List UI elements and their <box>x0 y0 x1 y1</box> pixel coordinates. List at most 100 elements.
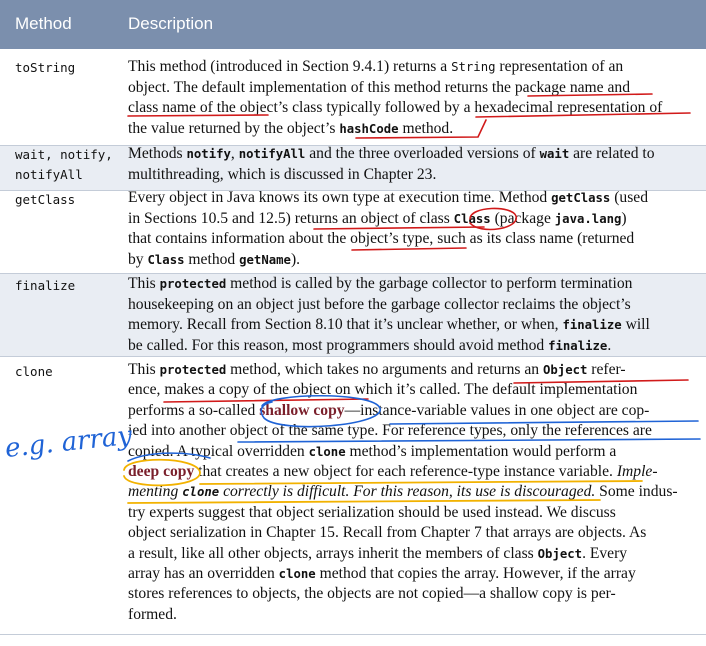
text-run: be called. For this reason, most program… <box>128 336 549 354</box>
code-term: protected <box>159 277 227 291</box>
text-run: method. <box>398 119 454 137</box>
description-wait-notify: Methods notify, notifyAll and the three … <box>128 144 692 185</box>
description-line: housekeeping on an object just before th… <box>128 295 692 316</box>
description-line: a result, like all other objects, arrays… <box>128 544 692 564</box>
text-run: Every object in Java knows its own type … <box>128 189 552 206</box>
code-term: clone <box>308 444 346 459</box>
text-run: ). <box>290 250 301 268</box>
description-line: stores references to objects, the object… <box>128 584 692 604</box>
description-line: Every object in Java knows its own type … <box>128 188 692 209</box>
text-run: are related to <box>569 145 655 162</box>
text-run: performs a so-called <box>128 401 260 419</box>
description-line: class name of the object’s class typical… <box>128 98 692 119</box>
row-divider <box>0 356 706 357</box>
text-run: This method (introduced in Section 9.4.1… <box>128 58 452 75</box>
method-table-page: Method Description toString This method … <box>0 0 706 646</box>
handwritten-note-eg-array: e.g. array <box>4 421 134 464</box>
description-line: by Class method getName). <box>128 250 692 271</box>
method-name-finalize: finalize <box>15 278 76 293</box>
text-run: array has an overridden <box>128 564 279 582</box>
row-divider <box>0 634 706 635</box>
code-term: finalize <box>548 338 608 353</box>
description-line: that contains information about the obje… <box>128 229 692 250</box>
code-term: getClass <box>551 191 611 205</box>
method-column-header: Method <box>15 14 72 33</box>
text-run: representation of an <box>495 58 624 75</box>
text-run: try experts suggest that object serializ… <box>128 503 616 521</box>
description-line: multithreading, which is discussed in Ch… <box>128 165 692 186</box>
emphasis-text: Imple- <box>616 462 658 480</box>
code-term: Object <box>537 546 583 561</box>
text-run: and the three overloaded versions of <box>305 145 540 162</box>
code-term: Class <box>147 252 185 267</box>
text-run: in Sections 10.5 and 12.5) returns an ob… <box>128 209 454 227</box>
text-run: copied. A typical overridden <box>128 442 309 460</box>
description-line: object serialization in Chapter 15. Reca… <box>128 523 692 543</box>
description-line: deep copy that creates a new object for … <box>128 462 692 482</box>
table-header: Method Description <box>0 0 706 49</box>
text-run: ence, makes a copy of the object on whic… <box>128 381 638 399</box>
text-run: stores references to objects, the object… <box>128 585 616 603</box>
description-line: ence, makes a copy of the object on whic… <box>128 380 692 400</box>
text-run: multithreading, which is discussed in Ch… <box>128 165 437 183</box>
description-line: Methods notify, notifyAll and the three … <box>128 144 692 165</box>
code-term: String <box>451 60 496 74</box>
code-term: notifyAll <box>238 147 306 161</box>
description-line: the value returned by the object’s hashC… <box>128 119 692 140</box>
key-term: shallow copy <box>259 401 345 419</box>
text-run: that contains information about the obje… <box>128 230 635 247</box>
text-run: method, which takes no arguments and ret… <box>226 361 543 378</box>
description-line: be called. For this reason, most program… <box>128 336 692 357</box>
description-line: formed. <box>128 605 692 625</box>
text-run: . <box>607 336 612 354</box>
text-run: by <box>128 250 148 268</box>
description-line: performs a so-called shallow copy—instan… <box>128 401 692 421</box>
code-term: notify <box>186 147 231 161</box>
text-run: a result, like all other objects, arrays… <box>128 544 538 562</box>
text-run: memory. Recall from Section 8.10 that it… <box>128 316 563 333</box>
code-term: java.lang <box>554 211 622 226</box>
description-clone: This protected method, which takes no ar… <box>128 360 692 625</box>
description-line: in Sections 10.5 and 12.5) returns an ob… <box>128 209 692 230</box>
description-line: memory. Recall from Section 8.10 that it… <box>128 315 692 336</box>
method-name-getclass: getClass <box>15 192 76 207</box>
text-run: (used <box>610 189 649 206</box>
description-finalize: This protected method is called by the g… <box>128 274 692 356</box>
description-getclass: Every object in Java knows its own type … <box>128 188 692 270</box>
description-line: This method (introduced in Section 9.4.1… <box>128 57 692 78</box>
code-term: clone <box>182 485 220 500</box>
text-run: refer- <box>587 361 626 378</box>
text-run: object. The default implementation of th… <box>128 78 631 96</box>
text-run: will <box>621 316 650 333</box>
text-run: This <box>128 361 160 378</box>
method-name-tostring: toString <box>15 60 76 75</box>
text-run: class name of the object’s class typical… <box>128 99 663 116</box>
text-run: the value returned by the object’s <box>128 119 340 137</box>
text-run: (package <box>490 209 555 227</box>
description-line: This protected method, which takes no ar… <box>128 360 692 380</box>
code-term: Class <box>453 211 491 226</box>
text-run: that creates a new object for each refer… <box>194 462 617 480</box>
code-term: getName <box>239 252 291 267</box>
emphasis-text: correctly is difficult. For this reason,… <box>219 483 596 501</box>
description-line: array has an overridden clone method tha… <box>128 564 692 584</box>
code-term: hashCode <box>339 121 399 136</box>
code-term: clone <box>278 566 316 581</box>
description-line: copied. A typical overridden clone metho… <box>128 442 692 462</box>
description-column-header: Description <box>128 14 214 33</box>
text-run: method is called by the garbage collecto… <box>226 275 633 292</box>
emphasis-text: menting <box>128 483 183 501</box>
description-line: object. The default implementation of th… <box>128 78 692 99</box>
description-line: menting clone correctly is difficult. Fo… <box>128 482 692 502</box>
text-run: method that copies the array. However, i… <box>315 564 636 582</box>
text-run: Some indus- <box>595 483 678 501</box>
code-term: Object <box>542 363 588 377</box>
description-line: This protected method is called by the g… <box>128 274 692 295</box>
text-run: . Every <box>582 544 628 562</box>
text-run: , <box>230 145 239 162</box>
method-name-wait-notify: wait, notify, notifyAll <box>15 147 113 182</box>
code-term: protected <box>159 363 227 377</box>
text-run: —instance-variable values in one object … <box>344 401 650 419</box>
method-name-clone: clone <box>15 364 53 379</box>
text-run: Methods <box>128 145 187 162</box>
